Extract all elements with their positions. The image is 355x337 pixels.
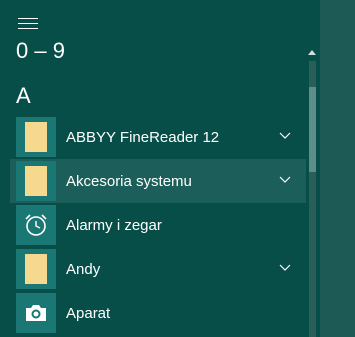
- app-item-akcesoria-systemu[interactable]: Akcesoria systemu: [10, 159, 306, 203]
- chevron-down-icon[interactable]: [278, 261, 292, 275]
- hamburger-menu-icon[interactable]: [18, 18, 38, 32]
- chevron-down-icon[interactable]: [278, 129, 292, 143]
- alarm-clock-icon: [16, 205, 56, 245]
- chevron-down-icon[interactable]: [278, 173, 292, 187]
- start-menu-panel: 0 – 9 A ABBYY FineReader 12 Akcesoria sy…: [0, 0, 320, 337]
- app-item-label: ABBYY FineReader 12: [66, 128, 220, 146]
- app-item-abbyy-finereader[interactable]: ABBYY FineReader 12: [10, 115, 306, 159]
- scrollbar-thumb[interactable]: [309, 87, 316, 172]
- app-list: ABBYY FineReader 12 Akcesoria systemu Al…: [10, 115, 306, 335]
- app-item-alarmy-i-zegar[interactable]: Alarmy i zegar: [10, 203, 306, 247]
- scroll-up-arrow-icon[interactable]: [306, 47, 318, 59]
- group-header-0-9[interactable]: 0 – 9: [16, 38, 65, 64]
- desktop-background: [320, 0, 355, 337]
- app-item-andy[interactable]: Andy: [10, 247, 306, 291]
- app-item-label: Andy: [66, 260, 101, 278]
- folder-icon: [16, 161, 56, 201]
- app-item-label: Alarmy i zegar: [66, 216, 162, 234]
- app-item-aparat[interactable]: Aparat: [10, 291, 306, 335]
- group-header-a[interactable]: A: [16, 83, 31, 109]
- folder-icon: [16, 249, 56, 289]
- app-item-label: Akcesoria systemu: [66, 172, 192, 190]
- camera-icon: [16, 293, 56, 333]
- folder-icon: [16, 117, 56, 157]
- scrollbar[interactable]: [306, 47, 318, 337]
- app-item-label: Aparat: [66, 304, 111, 322]
